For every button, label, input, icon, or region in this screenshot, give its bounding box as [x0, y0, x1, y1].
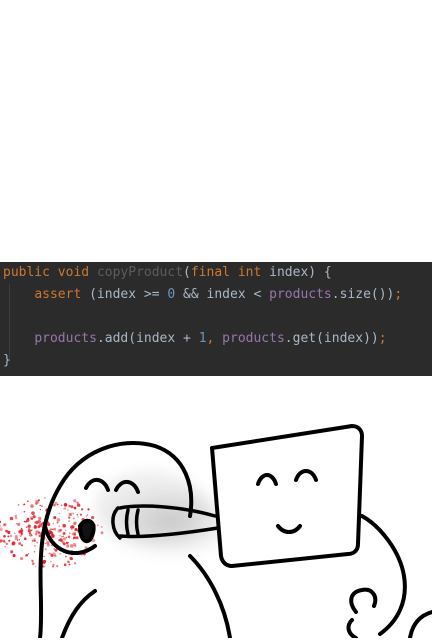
- code-token: public: [3, 262, 58, 284]
- code-editor-panel: public void copyProduct(final int index)…: [0, 262, 432, 376]
- code-token: && index <: [183, 284, 269, 306]
- code-token: }: [3, 350, 11, 372]
- code-token: index) {: [269, 262, 332, 284]
- square-head-character: [212, 426, 432, 638]
- code-line-4: products.add(index + 1, products.get(ind…: [3, 328, 387, 350]
- code-token: .get(index)): [285, 328, 379, 350]
- code-line-5: }: [3, 350, 11, 372]
- code-token: final: [191, 262, 238, 284]
- code-token: (: [183, 262, 191, 284]
- code-token: int: [238, 262, 269, 284]
- punch-illustration: [0, 376, 432, 638]
- code-token: 0: [167, 284, 183, 306]
- code-token: products: [269, 284, 332, 306]
- code-token: (index >=: [89, 284, 167, 306]
- code-token: 1: [199, 328, 207, 350]
- code-token: ,: [207, 328, 223, 350]
- code-token: [3, 328, 34, 350]
- code-token: .add(index +: [97, 328, 199, 350]
- blank-top-area: [0, 0, 432, 262]
- code-token: products: [222, 328, 285, 350]
- code-token: ;: [394, 284, 402, 306]
- code-token: copyProduct: [97, 262, 183, 284]
- code-token: void: [58, 262, 97, 284]
- code-token: products: [34, 328, 97, 350]
- code-token: assert: [34, 284, 89, 306]
- code-token: [3, 284, 34, 306]
- code-token: .size()): [332, 284, 395, 306]
- code-token: ;: [379, 328, 387, 350]
- code-line-2: assert (index >= 0 && index < products.s…: [3, 284, 402, 306]
- code-line-1: public void copyProduct(final int index)…: [3, 262, 332, 284]
